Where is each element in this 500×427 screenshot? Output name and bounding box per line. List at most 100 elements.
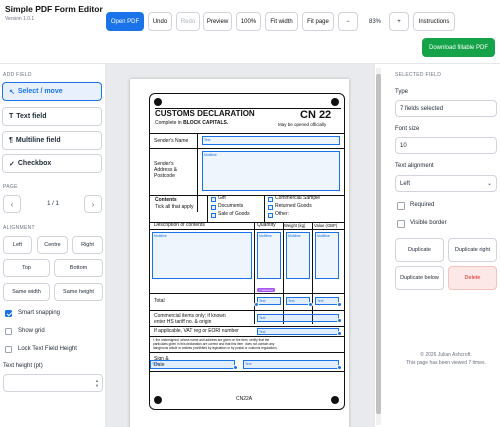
senders-address-label: Sender's Address & Postcode — [154, 161, 178, 179]
align-top-button[interactable]: Top — [3, 259, 50, 277]
smart-snapping-checkbox[interactable] — [5, 310, 12, 317]
subtitle-bold: BLOCK CAPITALS. — [183, 120, 229, 126]
app-version: Version 1.0.1 — [5, 16, 35, 22]
text-height-label: Text height (pt) — [3, 363, 43, 369]
zoom-100-button[interactable]: 100% — [236, 12, 261, 31]
text-icon: T — [9, 113, 14, 120]
checkbox-field[interactable] — [211, 213, 216, 218]
tool-multiline-field[interactable]: ¶ Multiline field — [2, 131, 102, 150]
pdf-page[interactable]: CUSTOMS DECLARATION CN 22 Complete in BL… — [130, 79, 349, 427]
multiline-field[interactable]: Multiline — [286, 232, 310, 279]
zoom-out-button[interactable]: − — [338, 12, 358, 31]
duplicate-right-button[interactable]: Duplicate right — [448, 238, 497, 262]
previous-page-button[interactable]: ‹ — [3, 195, 21, 213]
same-height-button[interactable]: Same height — [54, 283, 103, 301]
divider — [197, 133, 198, 212]
page-indicator: 1 / 1 — [47, 201, 59, 207]
align-right-button[interactable]: Right — [72, 236, 103, 254]
tool-text-field[interactable]: T Text field — [2, 107, 102, 126]
text-field-selected[interactable]: Text — [286, 297, 310, 305]
zoom-in-button[interactable]: + — [389, 12, 409, 31]
multiline-field[interactable]: Multiline — [202, 151, 340, 191]
required-checkbox[interactable] — [397, 202, 405, 210]
type-field[interactable]: 7 fields selected — [395, 100, 497, 117]
add-field-heading: ADD FIELD — [3, 72, 32, 78]
tool-select-move[interactable]: ↖ Select / move — [2, 82, 102, 101]
font-size-value: 10 — [400, 142, 407, 149]
value-header: Value (GBP) — [314, 223, 338, 228]
delete-button[interactable]: Delete — [448, 266, 497, 290]
form-code: CN 22 — [300, 109, 332, 121]
checkbox-field[interactable] — [268, 197, 273, 202]
checkbox-field[interactable] — [268, 213, 273, 218]
scrollbar-thumb[interactable] — [376, 74, 381, 414]
visible-border-checkbox[interactable] — [397, 220, 405, 228]
spinner-down-icon[interactable]: ▼ — [95, 384, 99, 388]
form-title: CUSTOMS DECLARATION — [155, 109, 255, 118]
text-field-selected[interactable]: Text — [243, 360, 339, 369]
resize-handle[interactable] — [337, 302, 342, 307]
resize-handle[interactable] — [233, 365, 238, 370]
show-grid-checkbox[interactable] — [5, 328, 12, 335]
text-field-selected[interactable]: Text — [150, 360, 235, 369]
undo-button[interactable]: Undo — [148, 12, 172, 31]
text-alignment-select[interactable]: Left ⌄ — [395, 175, 497, 192]
duplicate-button[interactable]: Duplicate — [395, 238, 444, 262]
selected-field-heading: SELECTED FIELD — [395, 72, 442, 78]
text-height-input[interactable]: ▲ ▼ — [3, 374, 103, 392]
next-page-button[interactable]: › — [84, 195, 102, 213]
senders-name-label: Sender's Name — [154, 138, 189, 144]
divider — [150, 326, 344, 327]
checkbox-field[interactable] — [211, 197, 216, 202]
redo-button[interactable]: Redo — [176, 12, 200, 31]
text-field-selected[interactable]: Text — [315, 297, 339, 305]
tool-label: Checkbox — [17, 160, 52, 167]
resize-handle[interactable] — [254, 302, 259, 307]
pdf-canvas[interactable]: CUSTOMS DECLARATION CN 22 Complete in BL… — [106, 64, 374, 427]
duplicate-below-button[interactable]: Duplicate below — [395, 266, 444, 290]
alignment-heading: ALIGNMENT — [3, 225, 35, 231]
page-heading: PAGE — [3, 184, 18, 190]
text-field-selected[interactable]: Text — [257, 328, 339, 335]
divider — [207, 195, 208, 222]
tool-checkbox[interactable]: ✓ Checkbox — [2, 154, 102, 173]
tool-label: Select / move — [17, 88, 63, 95]
tool-label: Multiline field — [15, 137, 61, 144]
same-width-button[interactable]: Same width — [3, 283, 50, 301]
resize-handle[interactable] — [337, 365, 342, 370]
preview-button[interactable]: Preview — [203, 12, 232, 31]
chevron-right-icon: › — [91, 199, 95, 209]
text-field-selected[interactable]: Text — [257, 314, 339, 322]
lock-text-field-height-label: Lock Text Field Height — [18, 346, 77, 352]
resize-handle[interactable] — [337, 318, 342, 323]
lock-text-field-height-checkbox[interactable] — [5, 346, 12, 353]
sale-label: Sale of Goods — [218, 211, 250, 217]
checkbox-field[interactable] — [268, 205, 273, 210]
smart-snapping-label: Smart snapping — [18, 310, 61, 316]
text-field[interactable]: Text — [202, 136, 340, 145]
form-subtitle: Complete in BLOCK CAPITALS. — [155, 120, 229, 127]
divider — [150, 293, 344, 294]
align-centre-button[interactable]: Centre — [37, 236, 68, 254]
download-fillable-pdf-button[interactable]: Download fillable PDF — [422, 38, 495, 57]
open-pdf-button[interactable]: Open PDF — [106, 12, 144, 31]
align-bottom-button[interactable]: Bottom — [54, 259, 103, 277]
text-field-selected[interactable]: Text — [257, 297, 281, 305]
chevron-left-icon: ‹ — [10, 199, 14, 209]
copyright-text: © 2026 Julian Ashcroft. — [420, 352, 472, 358]
cn22-form: CUSTOMS DECLARATION CN 22 Complete in BL… — [149, 93, 345, 410]
scrollbar[interactable] — [376, 68, 381, 425]
multiline-field[interactable]: Multiline — [315, 232, 339, 279]
multiline-field[interactable]: Multiline — [257, 232, 281, 279]
divider — [150, 336, 344, 337]
instructions-button[interactable]: Instructions — [413, 12, 455, 31]
resize-handle[interactable] — [337, 331, 342, 336]
checkbox-field[interactable] — [211, 205, 216, 210]
multiline-field[interactable]: Multiline — [152, 232, 252, 279]
align-left-button[interactable]: Left — [3, 236, 32, 254]
resize-handle[interactable] — [308, 302, 313, 307]
fit-width-button[interactable]: Fit width — [265, 12, 298, 31]
fit-page-button[interactable]: Fit page — [302, 12, 334, 31]
font-size-input[interactable]: 10 — [395, 137, 497, 154]
chevron-down-icon: ⌄ — [486, 181, 492, 187]
